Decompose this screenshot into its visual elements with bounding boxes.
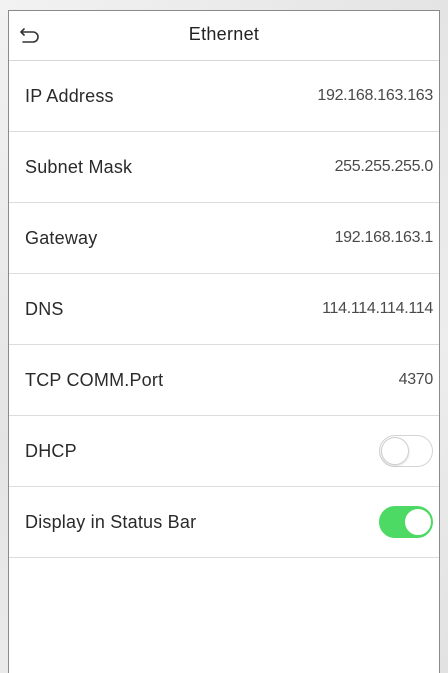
gateway-row[interactable]: Gateway 192.168.163.1 xyxy=(9,203,439,274)
header-bar: Ethernet xyxy=(9,11,439,61)
toggle-knob xyxy=(380,436,409,465)
display-in-status-bar-toggle[interactable] xyxy=(379,506,433,538)
subnet-mask-row[interactable]: Subnet Mask 255.255.255.0 xyxy=(9,132,439,203)
ip-address-row[interactable]: IP Address 192.168.163.163 xyxy=(9,61,439,132)
tcp-comm-port-value: 4370 xyxy=(398,371,434,388)
page-title: Ethernet xyxy=(188,24,260,44)
gateway-label: Gateway xyxy=(25,227,98,248)
ip-address-label: IP Address xyxy=(25,85,114,106)
dhcp-row: DHCP xyxy=(9,416,439,487)
ip-address-value: 192.168.163.163 xyxy=(317,87,433,104)
tcp-comm-port-label: TCP COMM.Port xyxy=(25,369,164,390)
dhcp-toggle[interactable] xyxy=(379,435,433,467)
display-in-status-bar-row: Display in Status Bar xyxy=(9,487,439,558)
gateway-value: 192.168.163.1 xyxy=(334,229,434,246)
dns-label: DNS xyxy=(25,298,64,319)
toggle-knob xyxy=(403,507,432,536)
dns-row[interactable]: DNS 114.114.114.114 xyxy=(9,274,439,345)
device-screen: Ethernet IP Address 192.168.163.163 Subn… xyxy=(8,10,440,673)
dhcp-label: DHCP xyxy=(25,440,77,461)
dns-value: 114.114.114.114 xyxy=(322,300,433,317)
tcp-comm-port-row[interactable]: TCP COMM.Port 4370 xyxy=(9,345,439,416)
subnet-mask-label: Subnet Mask xyxy=(25,156,133,177)
display-in-status-bar-label: Display in Status Bar xyxy=(25,511,197,532)
subnet-mask-value: 255.255.255.0 xyxy=(334,158,434,175)
